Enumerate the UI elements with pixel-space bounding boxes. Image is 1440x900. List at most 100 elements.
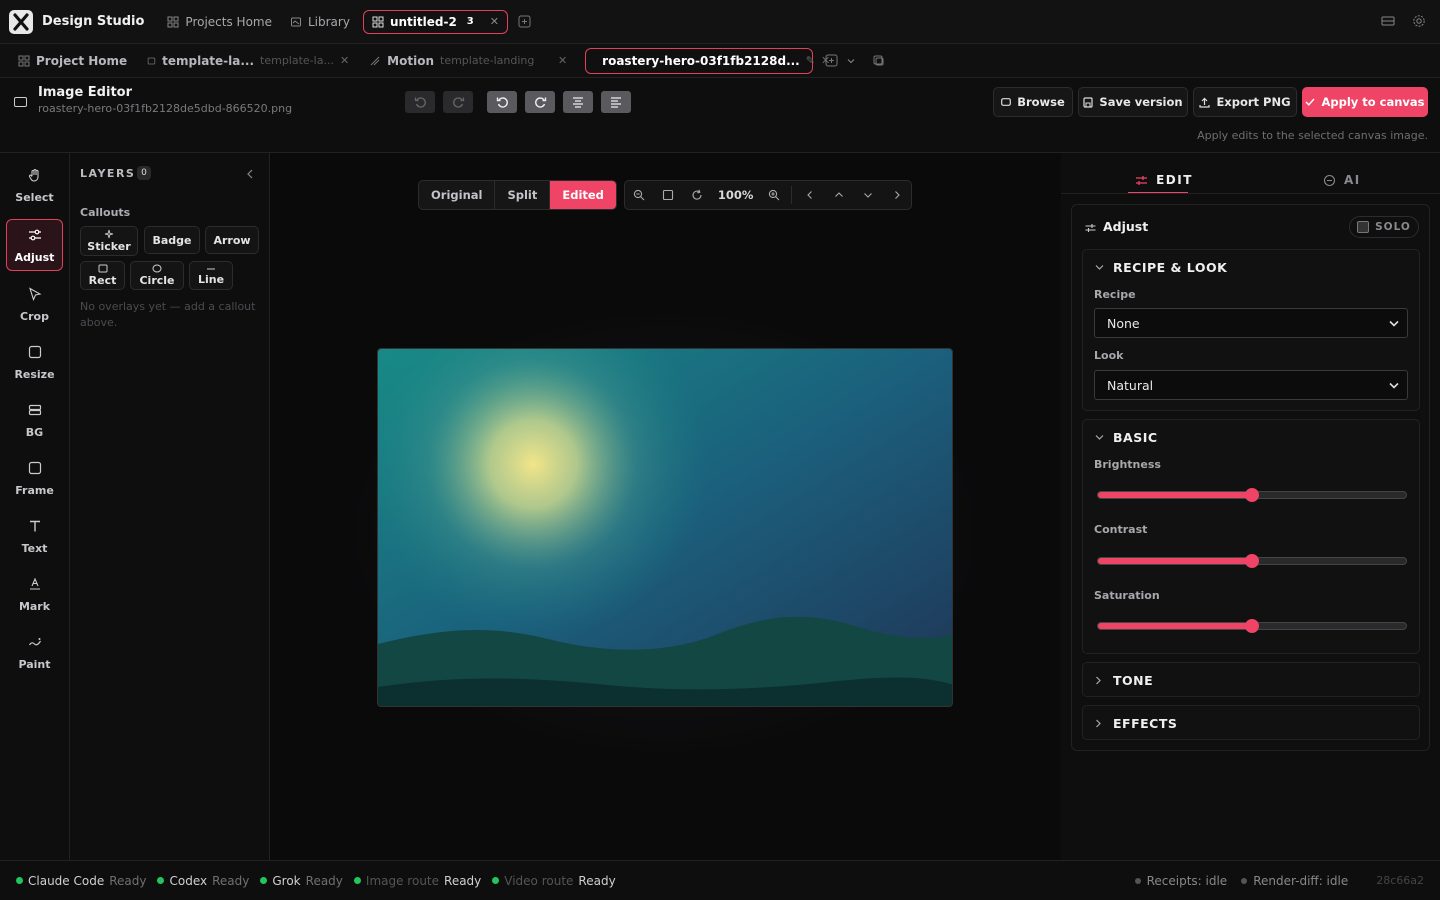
tool-resize[interactable]: Resize xyxy=(6,335,63,387)
tab-ai-label: AI xyxy=(1344,173,1361,187)
tool-crop[interactable]: Crop xyxy=(6,277,63,329)
status-image-route[interactable]: Image route Ready xyxy=(353,874,481,888)
tab-ai[interactable]: AI xyxy=(1323,165,1373,195)
chevron-down-icon[interactable] xyxy=(1095,434,1104,441)
pan-left-button[interactable] xyxy=(795,181,824,209)
apply-label: Apply to canvas xyxy=(1321,95,1425,109)
projects-home-link[interactable]: Projects Home xyxy=(158,8,281,36)
hand-icon xyxy=(28,168,39,182)
edit-icon[interactable]: ✎ xyxy=(806,54,815,67)
callout-label: Line xyxy=(197,272,225,286)
tab-project-home[interactable]: Project Home xyxy=(8,48,137,74)
grid-icon xyxy=(167,16,179,27)
redo-button[interactable] xyxy=(443,91,473,113)
slider-handle[interactable] xyxy=(1245,554,1259,568)
tool-adjust[interactable]: Adjust xyxy=(6,219,63,271)
layout-icon[interactable] xyxy=(1381,14,1395,28)
slider-handle[interactable] xyxy=(1245,488,1259,502)
tab-motion[interactable]: Motion template-landing ✕ xyxy=(359,48,577,74)
tab-edit[interactable]: EDIT xyxy=(1129,165,1199,195)
slider-handle[interactable] xyxy=(1245,619,1259,633)
pan-down-button[interactable] xyxy=(853,181,882,209)
recipe-value: None xyxy=(1107,315,1140,331)
tool-select[interactable]: Select xyxy=(6,158,63,210)
tool-paint[interactable]: Paint xyxy=(6,625,63,677)
app-logo[interactable] xyxy=(9,9,33,34)
collapse-panel-button[interactable] xyxy=(246,169,254,179)
status-grok[interactable]: Grok Ready xyxy=(260,874,343,888)
tab-template[interactable]: template-la... template-la... ✕ xyxy=(137,48,359,74)
tab-menu-button[interactable] xyxy=(846,56,856,66)
grid-icon xyxy=(372,16,384,27)
contrast-slider[interactable] xyxy=(1097,554,1407,568)
status-codex[interactable]: Codex Ready xyxy=(157,874,249,888)
close-icon[interactable]: ✕ xyxy=(490,15,499,28)
save-version-button[interactable]: Save version xyxy=(1078,87,1188,117)
slider-fill xyxy=(1098,558,1252,564)
close-icon[interactable]: ✕ xyxy=(558,54,567,67)
tool-label: Text xyxy=(21,542,48,555)
effects-section[interactable]: EFFECTS xyxy=(1082,705,1420,740)
tool-bg[interactable]: BG xyxy=(6,393,63,445)
pan-right-button[interactable] xyxy=(882,181,911,209)
edited-image[interactable] xyxy=(377,348,953,707)
project-tab[interactable]: untitled-2 3 ✕ xyxy=(362,9,508,34)
pan-up-button[interactable] xyxy=(824,181,853,209)
status-render-diff[interactable]: Render-diff: idle xyxy=(1241,874,1348,888)
fit-to-screen-button[interactable] xyxy=(654,181,683,209)
align-left-button[interactable] xyxy=(601,91,631,113)
status-dot xyxy=(157,877,165,884)
new-tab-button[interactable] xyxy=(518,15,531,28)
look-select[interactable]: Natural xyxy=(1094,370,1408,400)
section-title[interactable]: RECIPE & LOOK xyxy=(1113,260,1227,275)
rotate-left-button[interactable] xyxy=(487,91,517,113)
brightness-slider[interactable] xyxy=(1097,488,1407,502)
saturation-slider[interactable] xyxy=(1097,619,1407,633)
tool-text[interactable]: Text xyxy=(6,509,63,561)
chevron-down-icon xyxy=(1389,320,1399,327)
duplicate-tab-button[interactable] xyxy=(872,54,885,67)
sparkle-icon xyxy=(104,229,114,239)
section-title[interactable]: BASIC xyxy=(1113,430,1158,445)
align-center-button[interactable] xyxy=(563,91,593,113)
rotate-right-button[interactable] xyxy=(525,91,555,113)
tool-label: Resize xyxy=(14,368,55,381)
view-split-button[interactable]: Split xyxy=(495,181,551,209)
callout-label: Sticker xyxy=(87,240,131,253)
tool-mark[interactable]: Mark xyxy=(6,567,63,619)
tab-roastery-hero[interactable]: roastery-hero-03f1fb2128d... ✎ ✕ xyxy=(585,47,830,74)
callout-circle-button[interactable]: Circle xyxy=(130,261,184,290)
library-link[interactable]: Library xyxy=(281,8,359,36)
reset-zoom-button[interactable] xyxy=(683,181,712,209)
undo-button[interactable] xyxy=(405,91,435,113)
view-edited-button[interactable]: Edited xyxy=(550,181,616,209)
view-original-button[interactable]: Original xyxy=(419,181,496,209)
callout-rect-button[interactable]: Rect xyxy=(80,261,125,290)
zoom-out-button[interactable] xyxy=(625,181,654,209)
callout-line-button[interactable]: Line xyxy=(189,261,233,290)
tool-frame[interactable]: Frame xyxy=(6,451,63,503)
tab-sublabel: template-la... xyxy=(260,54,334,67)
callout-arrow-button[interactable]: Arrow xyxy=(205,226,259,254)
new-tab-button[interactable] xyxy=(825,54,838,67)
tone-section[interactable]: TONE xyxy=(1082,662,1420,697)
solo-toggle[interactable]: SOLO xyxy=(1349,216,1419,238)
callout-label: Badge xyxy=(152,233,192,247)
export-png-button[interactable]: Export PNG xyxy=(1193,87,1297,117)
status-name: Grok xyxy=(272,873,301,888)
close-icon[interactable]: ✕ xyxy=(340,54,349,67)
gear-icon[interactable] xyxy=(1412,14,1426,28)
project-count-badge: 3 xyxy=(466,16,474,27)
recipe-select[interactable]: None xyxy=(1094,308,1408,338)
apply-to-canvas-button[interactable]: Apply to canvas xyxy=(1302,87,1428,117)
chevron-down-icon[interactable] xyxy=(1095,264,1104,271)
status-claude-code[interactable]: Claude Code Ready xyxy=(16,874,146,888)
status-video-route[interactable]: Video route Ready xyxy=(492,874,616,888)
browse-button[interactable]: Browse xyxy=(993,87,1073,117)
solo-checkbox[interactable] xyxy=(1357,221,1370,233)
callout-sticker-button[interactable]: Sticker xyxy=(80,226,138,256)
canvas-area[interactable]: Original Split Edited 100% xyxy=(270,153,1061,860)
status-receipts[interactable]: Receipts: idle xyxy=(1134,874,1227,888)
zoom-in-button[interactable] xyxy=(759,181,788,209)
callout-badge-button[interactable]: Badge xyxy=(144,226,200,254)
